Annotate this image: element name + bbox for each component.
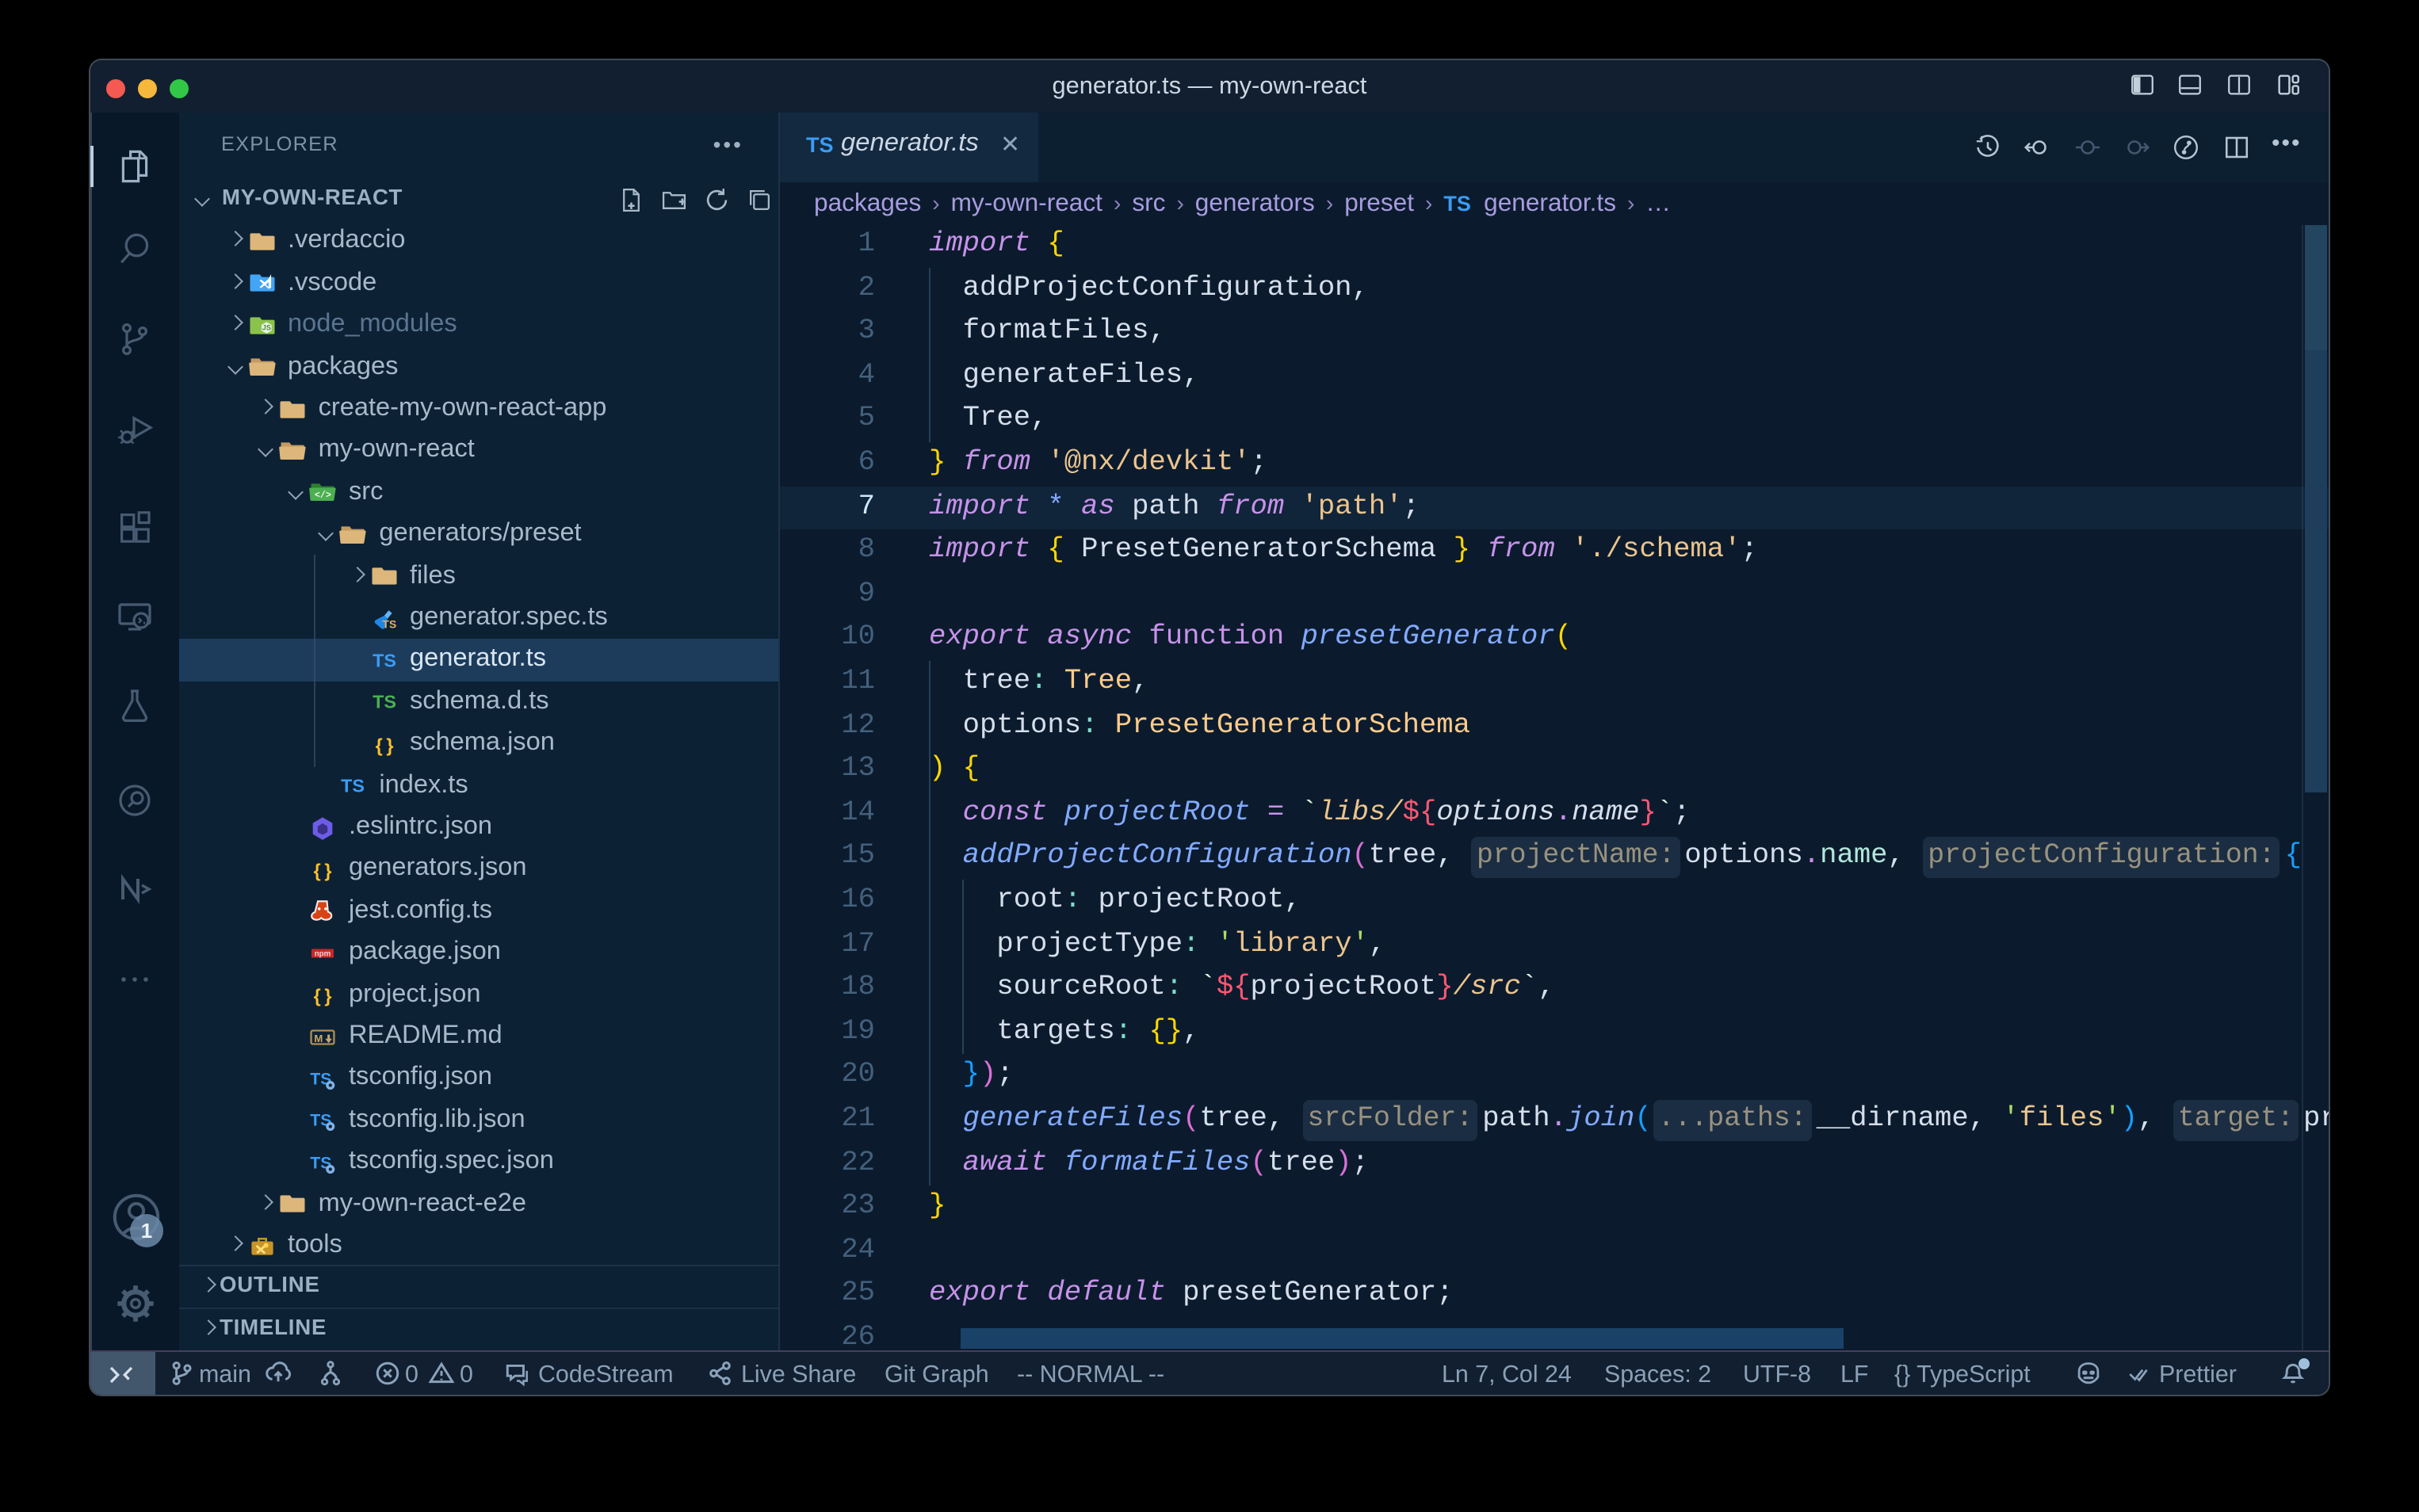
svg-text:TS: TS bbox=[382, 617, 396, 630]
svg-text:TS: TS bbox=[372, 692, 396, 712]
svg-text:JS: JS bbox=[262, 323, 270, 331]
svg-text:{ }: { } bbox=[314, 861, 332, 881]
svg-text:npm: npm bbox=[315, 949, 331, 958]
svg-text:M: M bbox=[314, 1032, 323, 1044]
svg-text:{ }: { } bbox=[314, 986, 332, 1006]
svg-text:TS: TS bbox=[341, 776, 365, 796]
svg-text:TS: TS bbox=[372, 650, 396, 670]
svg-text:</>: </> bbox=[315, 491, 331, 502]
svg-text:{ }: { } bbox=[375, 735, 393, 755]
